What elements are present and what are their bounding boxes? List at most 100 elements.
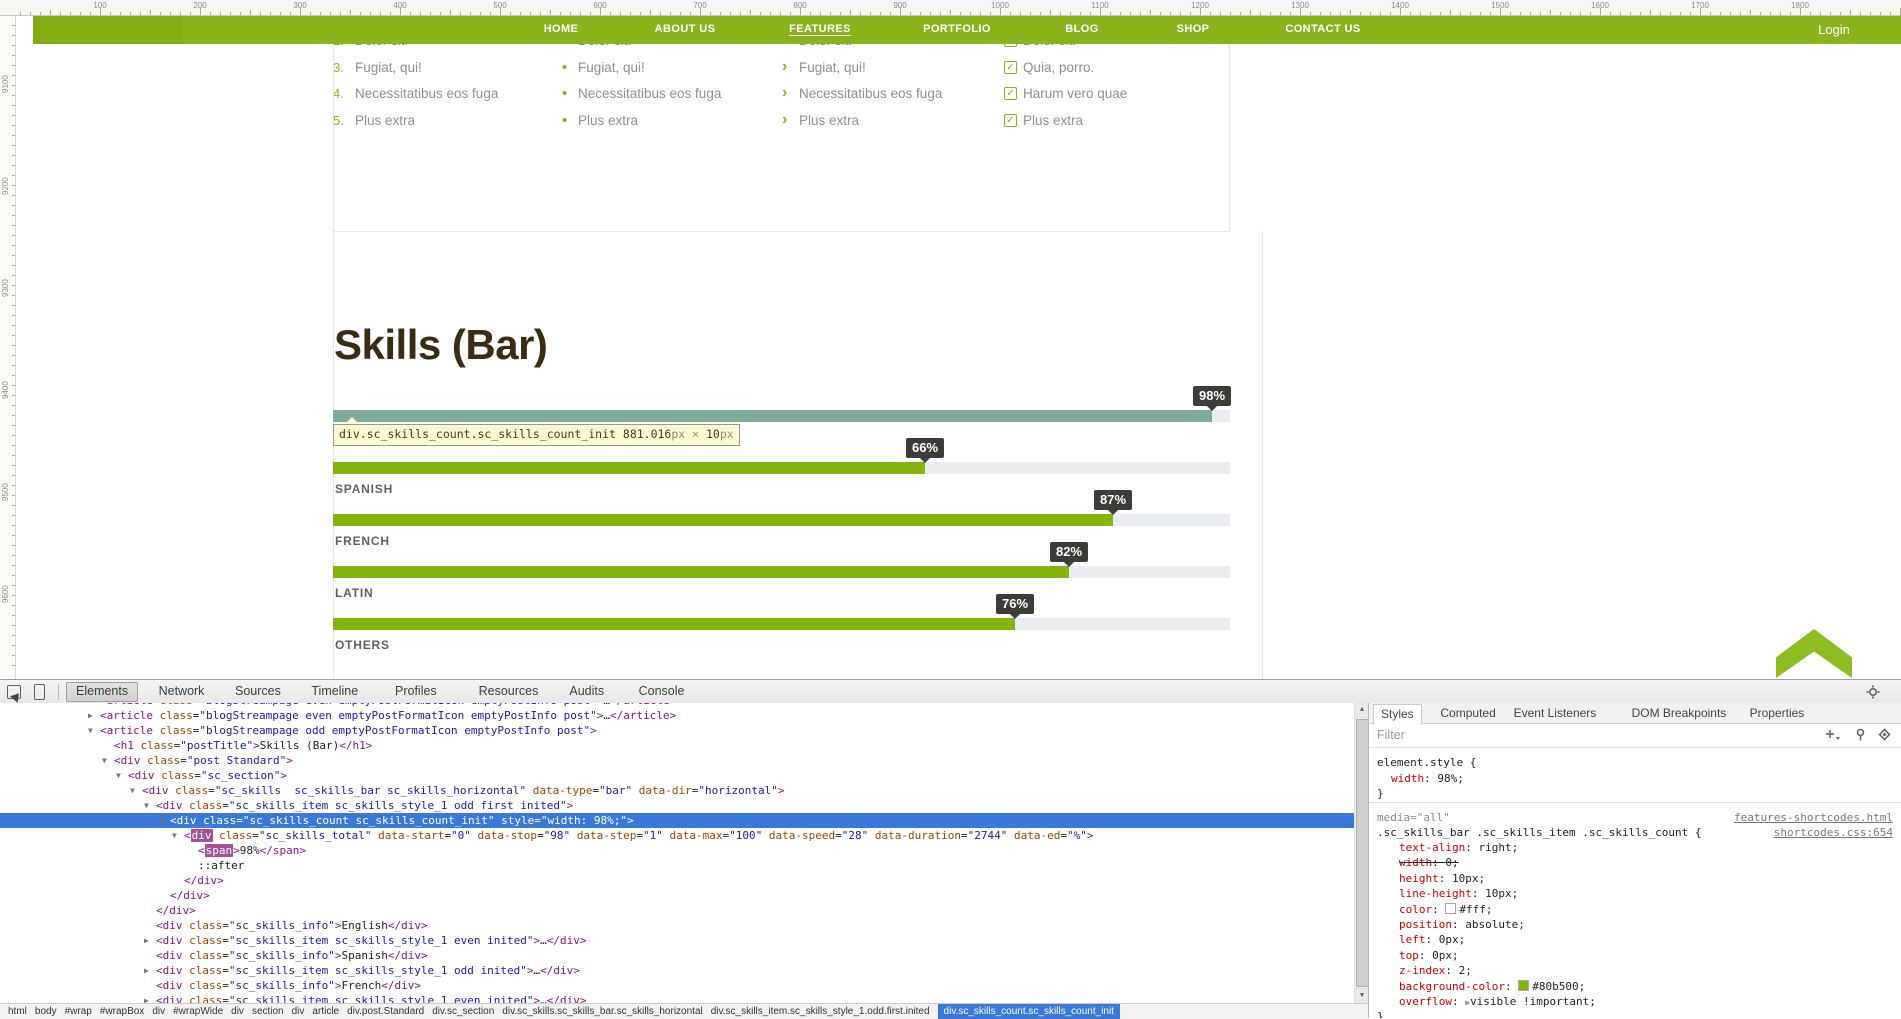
css-property[interactable]: position: absolute; (1399, 917, 1525, 933)
dom-tree-row[interactable]: </div> (0, 873, 1354, 888)
css-property[interactable]: top: 0px; (1399, 948, 1459, 964)
element-style-property[interactable]: width: 98%; (1391, 771, 1464, 787)
tree-collapse-arrow[interactable]: ▶ (144, 993, 149, 1003)
devtools-tab-elements[interactable]: Elements (66, 682, 138, 702)
devtools-tab-network[interactable]: Network (150, 683, 214, 701)
new-style-rule-icon[interactable] (1825, 728, 1841, 741)
settings-gear-icon[interactable] (1866, 685, 1880, 699)
css-property[interactable]: overflow: ▶visible !important; (1399, 994, 1596, 1011)
dom-tree-pane[interactable]: ▶<article class="blogStreampage even emp… (0, 703, 1354, 1003)
devtools-tab-profiles[interactable]: Profiles (386, 683, 446, 701)
tree-collapse-arrow[interactable]: ▶ (144, 933, 149, 948)
dom-tree-row-text: </div> (156, 903, 196, 918)
rule-media-link[interactable]: features-shortcodes.html (1734, 810, 1893, 826)
dom-tree-row[interactable]: <div class="sc_skills_info">English</div… (0, 918, 1354, 933)
breadcrumb-item[interactable]: div (231, 1006, 244, 1017)
dom-tree-row[interactable]: ▼<article class="blogStreampage odd empt… (0, 723, 1354, 738)
dom-tree-row[interactable]: ▼<div class="sc_skills_item sc_skills_st… (0, 798, 1354, 813)
nav-item-contact-us[interactable]: CONTACT US (1285, 23, 1360, 35)
css-property[interactable]: height: 10px; (1399, 871, 1485, 887)
dom-tree-row[interactable]: </div> (0, 888, 1354, 903)
breadcrumb-item[interactable]: article (312, 1006, 339, 1017)
color-swatch[interactable] (1445, 903, 1456, 914)
dom-tree-row[interactable]: ▶<div class="sc_skills_item sc_skills_st… (0, 993, 1354, 1003)
css-property[interactable]: z-index: 2; (1399, 963, 1472, 979)
devtools-tab-timeline[interactable]: Timeline (302, 683, 367, 701)
breadcrumb-item[interactable]: div (152, 1006, 165, 1017)
styles-filter-input[interactable]: Filter (1377, 728, 1405, 742)
breadcrumb-item[interactable]: body (35, 1006, 57, 1017)
nav-item-shop[interactable]: SHOP (1177, 23, 1210, 35)
device-mode-icon[interactable] (34, 684, 45, 700)
dom-tree-row[interactable]: ▼<div class="sc_skills_count sc_skills_c… (0, 813, 1354, 828)
dom-tree-row[interactable]: <div class="sc_skills_info">French</div> (0, 978, 1354, 993)
breadcrumb-item[interactable]: div (292, 1006, 305, 1017)
devtools-tab-sources[interactable]: Sources (226, 683, 290, 701)
css-property[interactable]: color: #fff; (1399, 902, 1493, 918)
sidebar-tab-styles[interactable]: Styles (1373, 704, 1422, 725)
rule-source-link[interactable]: shortcodes.css:654 (1774, 825, 1893, 841)
nav-item-home[interactable]: HOME (544, 23, 579, 35)
color-swatch[interactable] (1518, 980, 1529, 991)
dom-tree-row[interactable]: <div class="sc_skills_info">Spanish</div… (0, 948, 1354, 963)
back-to-top-button[interactable] (1776, 629, 1852, 678)
tree-expand-arrow[interactable]: ▼ (144, 798, 149, 813)
dom-tree-row[interactable]: <span>98%</span> (0, 843, 1354, 858)
nav-item-about-us[interactable]: ABOUT US (655, 23, 716, 35)
breadcrumb-item[interactable]: div.sc_skills_count.sc_skills_count_init (938, 1004, 1120, 1019)
sidebar-tab-properties[interactable]: Properties (1743, 704, 1812, 723)
ruler-tick (12, 635, 15, 636)
devtools-tab-resources[interactable]: Resources (470, 683, 548, 701)
breadcrumb-item[interactable]: #wrapBox (100, 1006, 144, 1017)
dom-tree-row[interactable]: ▼<div class="sc_skills_total" data-start… (0, 828, 1354, 843)
breadcrumb-item[interactable]: div.post.Standard (347, 1006, 424, 1017)
dom-tree-row[interactable]: ▼<div class="sc_skills sc_skills_bar sc_… (0, 783, 1354, 798)
dom-tree-row[interactable]: ▶<div class="sc_skills_item sc_skills_st… (0, 933, 1354, 948)
dom-tree-row[interactable]: ▼<div class="post Standard"> (0, 753, 1354, 768)
breadcrumb-item[interactable]: div.sc_section (432, 1006, 494, 1017)
css-property[interactable]: text-align: right; (1399, 840, 1518, 856)
check-list-item: Plus extra (1023, 113, 1083, 128)
scrollbar-down-arrow[interactable]: ▼ (1355, 988, 1369, 1003)
tree-expand-arrow[interactable]: ▼ (116, 768, 121, 783)
toggle-element-state-icon[interactable] (1854, 728, 1867, 741)
ruler-tick (1590, 12, 1591, 15)
dom-tree-row[interactable]: </div> (0, 903, 1354, 918)
tree-collapse-arrow[interactable]: ▶ (88, 708, 93, 723)
dom-pane-scrollbar[interactable]: ▲ ▼ (1354, 703, 1369, 1003)
tree-collapse-arrow[interactable]: ▶ (144, 963, 149, 978)
login-link[interactable]: Login (1818, 22, 1850, 37)
css-property[interactable]: background-color: #80b500; (1399, 979, 1585, 995)
sidebar-tab-event-listeners[interactable]: Event Listeners (1507, 704, 1604, 723)
breadcrumb-item[interactable]: section (252, 1006, 284, 1017)
devtools-tab-console[interactable]: Console (630, 683, 694, 701)
tree-expand-arrow[interactable]: ▼ (130, 783, 135, 798)
breadcrumb-item[interactable]: div.sc_skills_item.sc_skills_style_1.odd… (711, 1006, 930, 1017)
nav-item-blog[interactable]: BLOG (1065, 23, 1098, 35)
css-property[interactable]: line-height: 10px; (1399, 886, 1518, 902)
ruler-tick (1240, 12, 1241, 15)
devtools-tab-audits[interactable]: Audits (560, 683, 613, 701)
tree-expand-arrow[interactable]: ▼ (172, 828, 177, 843)
tree-expand-arrow[interactable]: ▼ (158, 813, 163, 828)
inspect-element-icon[interactable] (7, 685, 21, 699)
scrollbar-up-arrow[interactable]: ▲ (1355, 703, 1369, 718)
dom-tree-row[interactable]: <h1 class="postTitle">Skills (Bar)</h1> (0, 738, 1354, 753)
dom-tree-row[interactable]: ▼<div class="sc_section"> (0, 768, 1354, 783)
dom-tree-row[interactable]: ▶<article class="blogStreampage even emp… (0, 708, 1354, 723)
dom-tree-row[interactable]: ::after (0, 858, 1354, 873)
breadcrumb-item[interactable]: div.sc_skills.sc_skills_bar.sc_skills_ho… (502, 1006, 702, 1017)
dom-tree-row[interactable]: ▶<div class="sc_skills_item sc_skills_st… (0, 963, 1354, 978)
nav-item-portfolio[interactable]: PORTFOLIO (923, 23, 991, 35)
css-property[interactable]: width: 0; (1399, 855, 1459, 871)
tree-expand-arrow[interactable]: ▼ (102, 753, 107, 768)
breadcrumb-item[interactable]: #wrapWide (173, 1006, 223, 1017)
breadcrumb-item[interactable]: html (8, 1006, 27, 1017)
color-format-icon[interactable] (1878, 728, 1891, 741)
tree-expand-arrow[interactable]: ▼ (88, 723, 93, 738)
css-property[interactable]: left: 0px; (1399, 932, 1465, 948)
breadcrumb-item[interactable]: #wrap (65, 1006, 92, 1017)
nav-item-features[interactable]: FEATURES (789, 23, 851, 35)
sidebar-tab-computed[interactable]: Computed (1433, 704, 1502, 723)
sidebar-tab-dom-breakpoints[interactable]: DOM Breakpoints (1625, 704, 1734, 723)
